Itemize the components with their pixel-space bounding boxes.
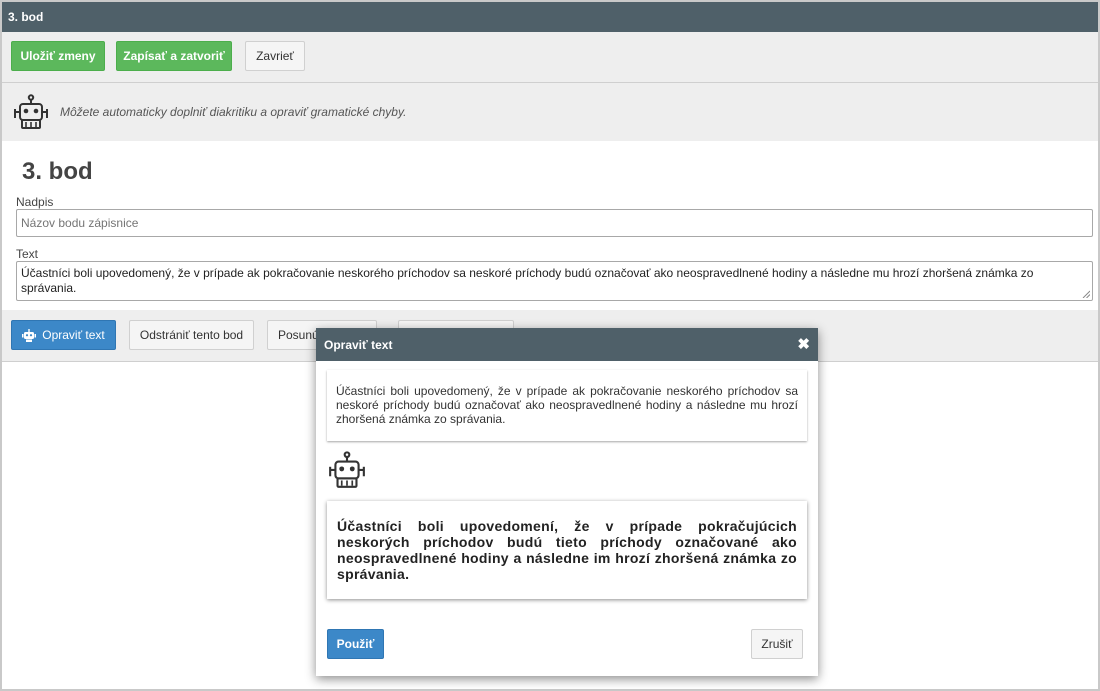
text-label: Text [16, 247, 39, 261]
apply-button[interactable]: Použiť [327, 629, 384, 659]
save-button[interactable]: Uložiť zmeny [11, 41, 105, 71]
original-text-box: Účastníci boli upovedomený, že v prípade… [327, 370, 807, 441]
dialog-title: Opraviť text [324, 338, 393, 352]
window-title: 3. bod [2, 2, 1098, 32]
page-title: 3. bod [22, 158, 93, 185]
robot-icon [22, 328, 37, 342]
save-and-close-button[interactable]: Zapísať a zatvoriť [116, 41, 232, 71]
close-icon[interactable]: ✖ [797, 335, 810, 353]
fix-text-label: Opraviť text [42, 328, 105, 342]
dialog-header: Opraviť text ✖ [316, 328, 818, 361]
close-button[interactable]: Zavrieť [245, 41, 305, 71]
corrected-text-box: Účastníci boli upovedomení, že v prípade… [327, 501, 807, 599]
heading-label: Nadpis [16, 195, 54, 209]
robot-icon [329, 451, 365, 488]
remove-point-button[interactable]: Odstrániť tento bod [129, 320, 254, 350]
hint-bar: Môžete automaticky doplniť diakritiku a … [2, 83, 1098, 141]
fix-text-button[interactable]: Opraviť text [11, 320, 116, 350]
cancel-button[interactable]: Zrušiť [751, 629, 803, 659]
form-content: 3. bod Nadpis Text Účastníci boli upoved… [2, 142, 1098, 310]
text-area-value: Účastníci boli upovedomený, že v prípade… [21, 266, 1034, 295]
robot-icon [14, 94, 48, 129]
hint-text: Môžete automaticky doplniť diakritiku a … [60, 105, 407, 119]
text-area[interactable]: Účastníci boli upovedomený, že v prípade… [16, 261, 1093, 301]
heading-input[interactable] [16, 209, 1093, 237]
resize-grip-icon[interactable] [1082, 290, 1090, 298]
toolbar: Uložiť zmeny Zapísať a zatvoriť Zavrieť [2, 32, 1098, 83]
fix-text-dialog: Opraviť text ✖ Účastníci boli upovedomen… [316, 328, 818, 676]
